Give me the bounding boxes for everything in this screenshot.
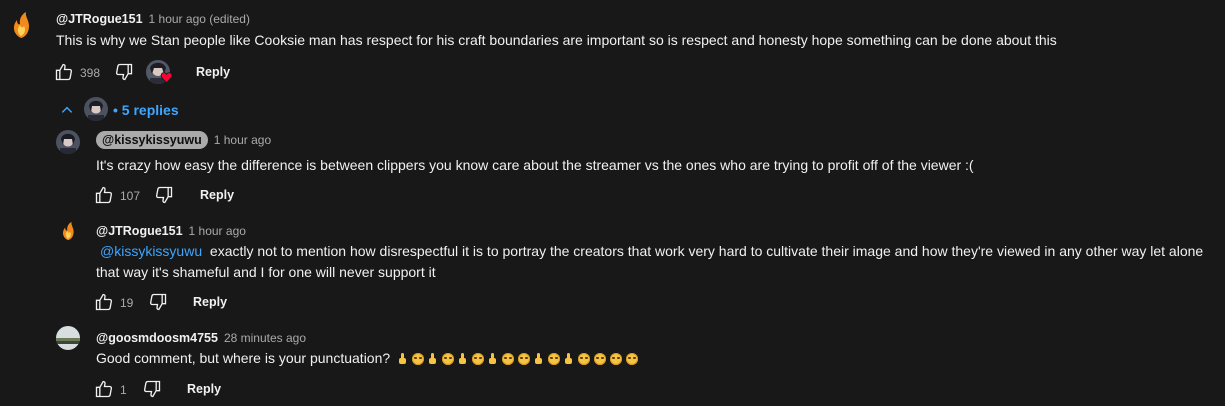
- replier-avatar: [84, 97, 108, 121]
- emoji-sequence: [398, 350, 642, 366]
- nerd-face-emoji-icon: [518, 353, 531, 365]
- dislike-button[interactable]: [154, 185, 174, 205]
- nerd-face-emoji-icon: [548, 353, 561, 365]
- avatar-jtrogue151[interactable]: [4, 8, 38, 42]
- like-button[interactable]: [94, 185, 114, 205]
- like-count: 398: [80, 66, 101, 80]
- thumbs-down-icon: [149, 293, 167, 311]
- landscape-avatar-icon: [56, 326, 80, 350]
- dislike-button[interactable]: [114, 62, 134, 82]
- reply-time[interactable]: 1 hour ago: [189, 224, 246, 238]
- chevron-up-icon[interactable]: [60, 103, 74, 117]
- reply-header: @JTRogue151 1 hour ago: [96, 222, 246, 240]
- heart-icon: [160, 71, 173, 84]
- reply-text-line2: that way it's shameful and I for one wil…: [96, 264, 436, 280]
- like-button[interactable]: [54, 62, 74, 82]
- replies-count-label: 5 replies: [121, 102, 179, 118]
- nerd-face-emoji-icon: [442, 353, 455, 365]
- comment-header: @JTRogue151 1 hour ago (edited): [56, 10, 250, 28]
- pointing-finger-emoji-icon: [428, 353, 438, 365]
- comment-text: This is why we Stan people like Cooksie …: [56, 32, 1057, 48]
- nerd-face-emoji-icon: [502, 353, 515, 365]
- nerd-face-emoji-icon: [578, 353, 591, 365]
- fire-avatar-icon: [4, 8, 38, 42]
- thumbs-up-icon: [95, 380, 113, 398]
- dislike-button[interactable]: [148, 292, 168, 312]
- nerd-face-emoji-icon: [610, 353, 623, 365]
- like-count: 1: [120, 383, 127, 397]
- reply-header: @goosmdoosm4755 28 minutes ago: [96, 329, 306, 347]
- nerd-face-emoji-icon: [594, 353, 607, 365]
- avatar-goosmdoosm4755[interactable]: [56, 326, 80, 350]
- comment-time[interactable]: 1 hour ago (edited): [149, 12, 250, 26]
- reply-button[interactable]: Reply: [187, 382, 221, 396]
- like-count: 19: [120, 296, 134, 310]
- like-count: 107: [120, 189, 141, 203]
- avatar-jtrogue151[interactable]: [56, 219, 80, 243]
- reply-time[interactable]: 1 hour ago: [214, 133, 271, 147]
- reply-author-owner-chip[interactable]: @kissykissyuwu: [96, 131, 208, 149]
- pointing-finger-emoji-icon: [398, 353, 408, 365]
- reply-text: @kissykissyuwu exactly not to mention ho…: [96, 241, 1216, 283]
- thumbs-down-icon: [143, 380, 161, 398]
- mention-link[interactable]: @kissykissyuwu: [100, 243, 202, 259]
- reply-text: Good comment, but where is your punctuat…: [96, 350, 391, 366]
- like-button[interactable]: [94, 379, 114, 399]
- thumbs-up-icon: [95, 293, 113, 311]
- replies-toggle[interactable]: • 5 replies: [113, 102, 179, 118]
- reply-time[interactable]: 28 minutes ago: [224, 331, 306, 345]
- bullet-dot: •: [113, 102, 122, 118]
- reply-button[interactable]: Reply: [200, 188, 234, 202]
- pointing-finger-emoji-icon: [488, 353, 498, 365]
- reply-text-line1: exactly not to mention how disrespectful…: [209, 243, 1204, 259]
- avatar-kissykissyuwu[interactable]: [56, 130, 80, 154]
- reply-text-row: Good comment, but where is your punctuat…: [96, 348, 642, 369]
- kissy-avatar-icon: [84, 97, 108, 121]
- thumbs-up-icon: [95, 186, 113, 204]
- nerd-face-emoji-icon: [412, 353, 425, 365]
- reply-author[interactable]: @goosmdoosm4755: [96, 331, 218, 345]
- pointing-finger-emoji-icon: [564, 353, 574, 365]
- like-button[interactable]: [94, 292, 114, 312]
- thumbs-up-icon: [55, 63, 73, 81]
- kissy-avatar-icon: [56, 130, 80, 154]
- pointing-finger-emoji-icon: [534, 353, 544, 365]
- thumbs-down-icon: [115, 63, 133, 81]
- reply-header: @kissykissyuwu 1 hour ago: [96, 131, 271, 149]
- reply-button[interactable]: Reply: [193, 295, 227, 309]
- nerd-face-emoji-icon: [626, 353, 639, 365]
- comment-author[interactable]: @JTRogue151: [56, 12, 143, 26]
- reply-button[interactable]: Reply: [196, 65, 230, 79]
- pointing-finger-emoji-icon: [458, 353, 468, 365]
- dislike-button[interactable]: [142, 379, 162, 399]
- thumbs-down-icon: [155, 186, 173, 204]
- reply-text: It's crazy how easy the difference is be…: [96, 157, 974, 173]
- reply-author[interactable]: @JTRogue151: [96, 224, 183, 238]
- fire-avatar-icon: [56, 219, 80, 243]
- nerd-face-emoji-icon: [472, 353, 485, 365]
